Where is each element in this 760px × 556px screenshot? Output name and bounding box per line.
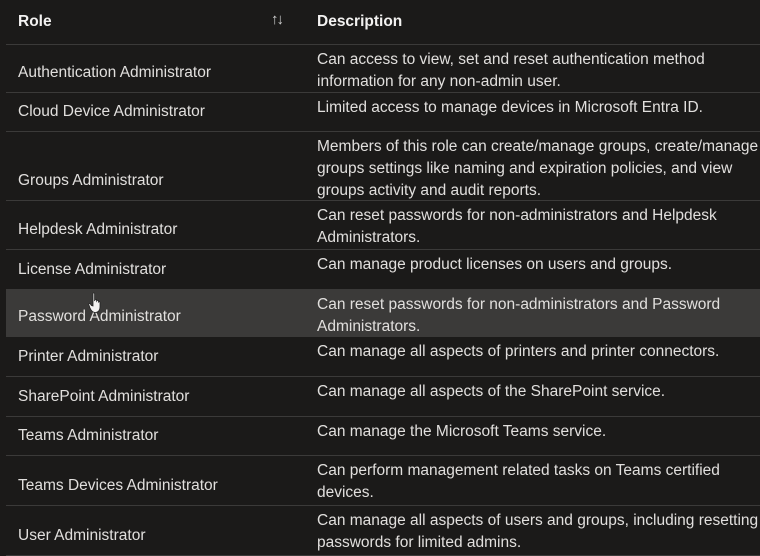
column-header-role[interactable]: Role	[18, 13, 52, 31]
role-name[interactable]: License Administrator	[18, 261, 166, 279]
table-row[interactable]: Printer Administrator Can manage all aspe…	[6, 337, 760, 377]
table-row[interactable]: Cloud Device Administrator Limited access…	[6, 93, 760, 132]
sort-arrows-icon[interactable]: ↑↓	[271, 11, 284, 28]
column-header-description[interactable]: Description	[317, 13, 402, 31]
hand-cursor-icon	[88, 292, 101, 313]
table-row[interactable]: Password Administrator Can reset password…	[6, 290, 760, 337]
roles-table: Role ↑↓ Description Authentication Admin…	[6, 0, 760, 556]
role-name[interactable]: Printer Administrator	[18, 348, 158, 366]
table-row[interactable]: Teams Administrator Can manage the Micros…	[6, 417, 760, 456]
role-description: Can perform management related tasks on …	[317, 462, 720, 501]
table-row[interactable]: User Administrator Can manage all aspects…	[6, 506, 760, 556]
role-description: Can manage the Microsoft Teams service.	[317, 423, 607, 440]
role-name[interactable]: Authentication Administrator	[18, 64, 211, 82]
role-description: Can manage product licenses on users and…	[317, 256, 672, 273]
role-description: Can reset passwords for non-administrato…	[317, 296, 721, 335]
table-row[interactable]: Groups Administrator Members of this role…	[6, 132, 760, 201]
role-name[interactable]: Teams Devices Administrator	[18, 477, 218, 495]
role-description: Can manage all aspects of the SharePoint…	[317, 383, 666, 400]
table-header: Role ↑↓ Description	[6, 0, 760, 45]
role-name[interactable]: SharePoint Administrator	[18, 388, 189, 406]
role-name[interactable]: Teams Administrator	[18, 427, 158, 445]
table-row[interactable]: SharePoint Administrator Can manage all a…	[6, 377, 760, 417]
role-description: Can access to view, set and reset authen…	[317, 51, 705, 90]
role-description: Limited access to manage devices in Micr…	[317, 99, 703, 116]
role-description: Can manage all aspects of users and grou…	[317, 512, 759, 551]
role-name[interactable]: Groups Administrator	[18, 172, 164, 190]
table-row[interactable]: Helpdesk Administrator Can reset password…	[6, 201, 760, 250]
role-name[interactable]: Cloud Device Administrator	[18, 103, 205, 121]
table-row[interactable]: Authentication Administrator Can access t…	[6, 45, 760, 93]
table-row[interactable]: Teams Devices Administrator Can perform m…	[6, 456, 760, 506]
role-name[interactable]: User Administrator	[18, 527, 145, 545]
role-description: Members of this role can create/manage g…	[317, 138, 759, 199]
role-description: Can reset passwords for non-administrato…	[317, 207, 717, 246]
role-name[interactable]: Helpdesk Administrator	[18, 221, 177, 239]
role-description: Can manage all aspects of printers and p…	[317, 343, 720, 360]
table-row[interactable]: License Administrator Can manage product …	[6, 250, 760, 290]
